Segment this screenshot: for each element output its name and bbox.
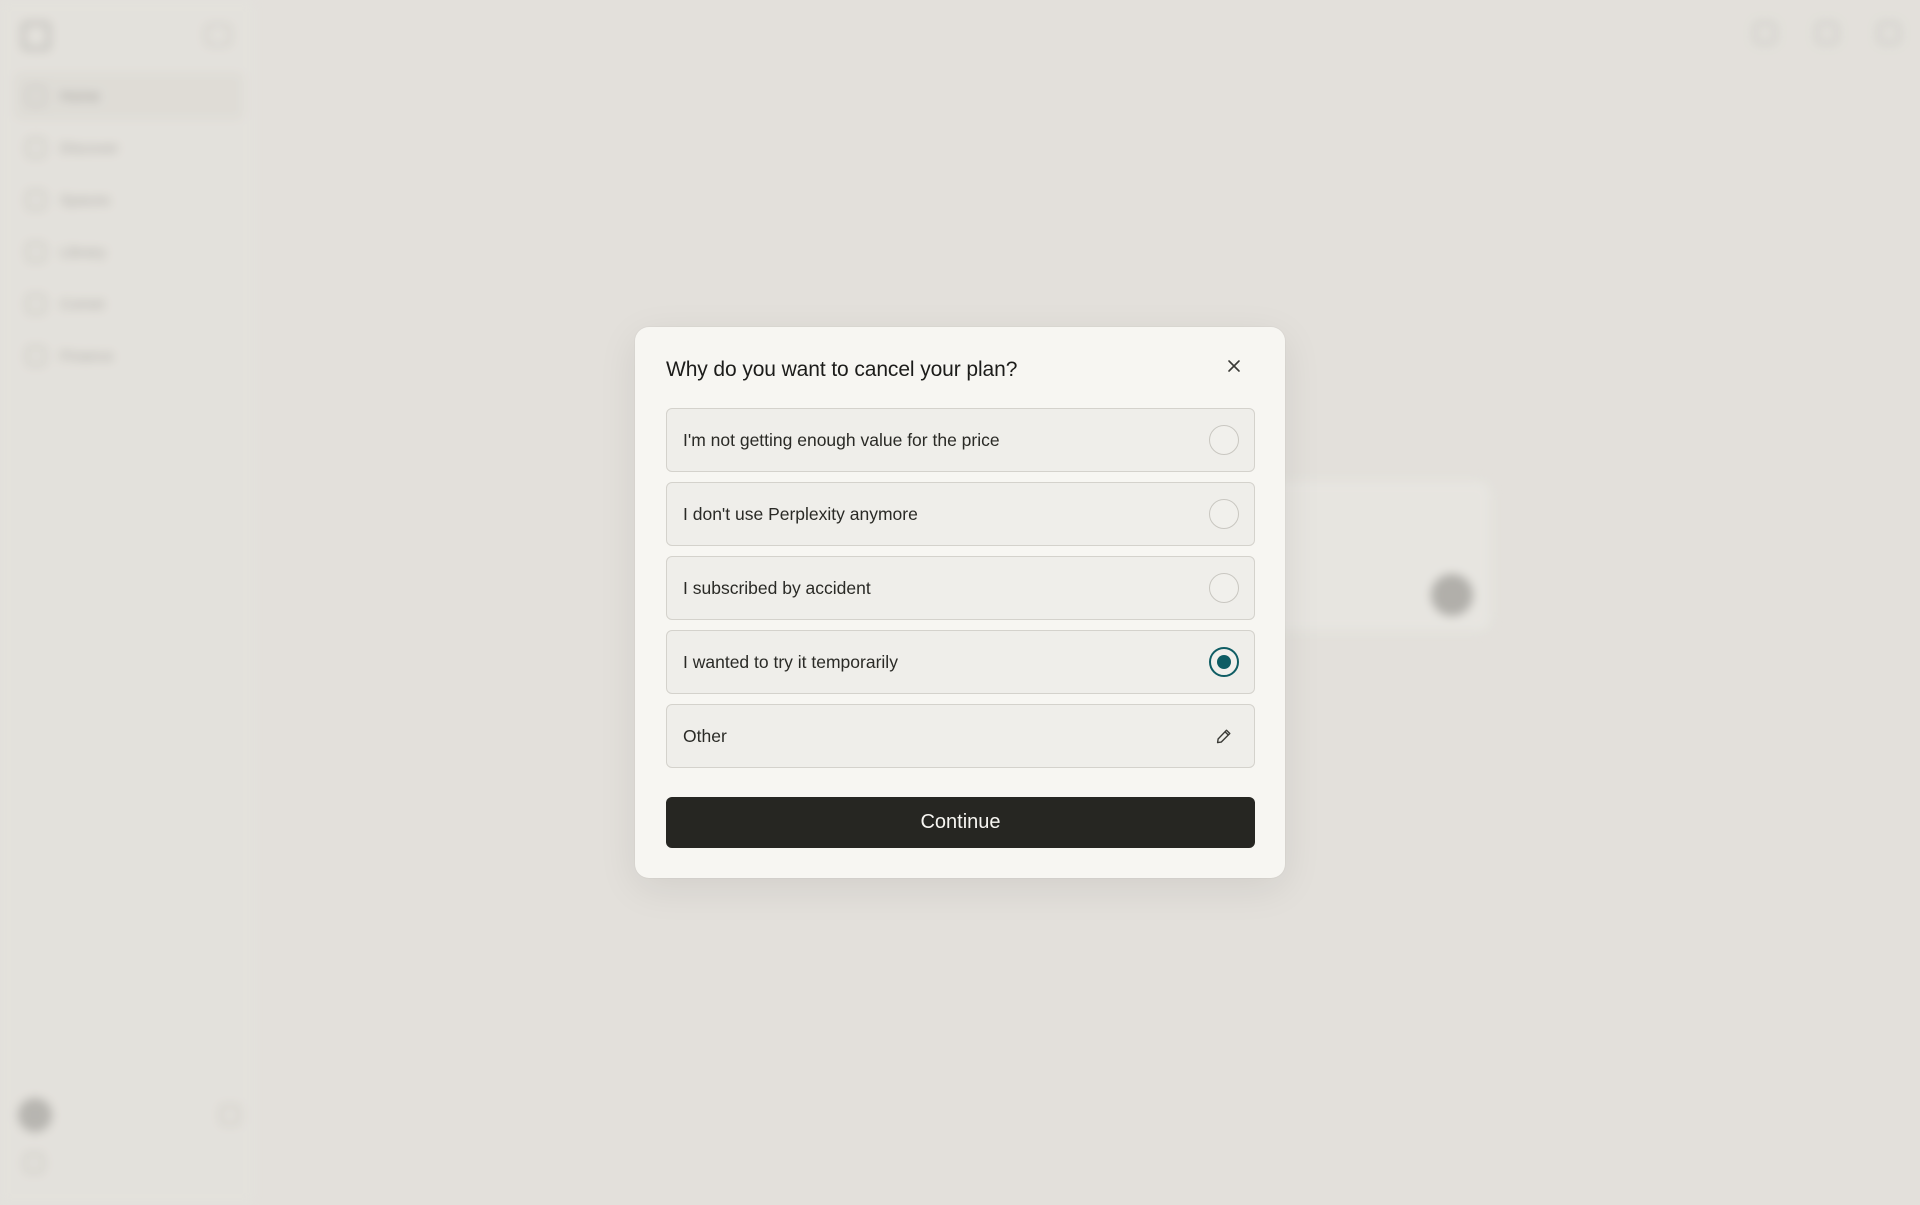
- pencil-icon[interactable]: [1209, 721, 1239, 751]
- cancel-reason-options: I'm not getting enough value for the pri…: [666, 408, 1255, 778]
- cancel-plan-dialog: Why do you want to cancel your plan? I'm…: [635, 327, 1285, 878]
- dialog-title: Why do you want to cancel your plan?: [666, 358, 1018, 381]
- reason-option-other[interactable]: Other: [666, 704, 1255, 768]
- reason-option-price[interactable]: I'm not getting enough value for the pri…: [666, 408, 1255, 472]
- option-label: I don't use Perplexity anymore: [683, 503, 918, 524]
- reason-option-temporary[interactable]: I wanted to try it temporarily: [666, 630, 1255, 694]
- option-label: I'm not getting enough value for the pri…: [683, 429, 1000, 450]
- radio-button[interactable]: [1209, 425, 1239, 455]
- radio-button[interactable]: [1209, 499, 1239, 529]
- option-label: I subscribed by accident: [683, 577, 871, 598]
- reason-option-not-using[interactable]: I don't use Perplexity anymore: [666, 482, 1255, 546]
- close-icon: [1228, 360, 1240, 372]
- option-label: Other: [683, 725, 727, 746]
- option-label: I wanted to try it temporarily: [683, 651, 898, 672]
- radio-button-selected[interactable]: [1209, 647, 1239, 677]
- close-button[interactable]: [1220, 352, 1248, 380]
- reason-option-accident[interactable]: I subscribed by accident: [666, 556, 1255, 620]
- continue-button[interactable]: Continue: [666, 797, 1255, 848]
- radio-selected-dot: [1217, 655, 1231, 669]
- radio-button[interactable]: [1209, 573, 1239, 603]
